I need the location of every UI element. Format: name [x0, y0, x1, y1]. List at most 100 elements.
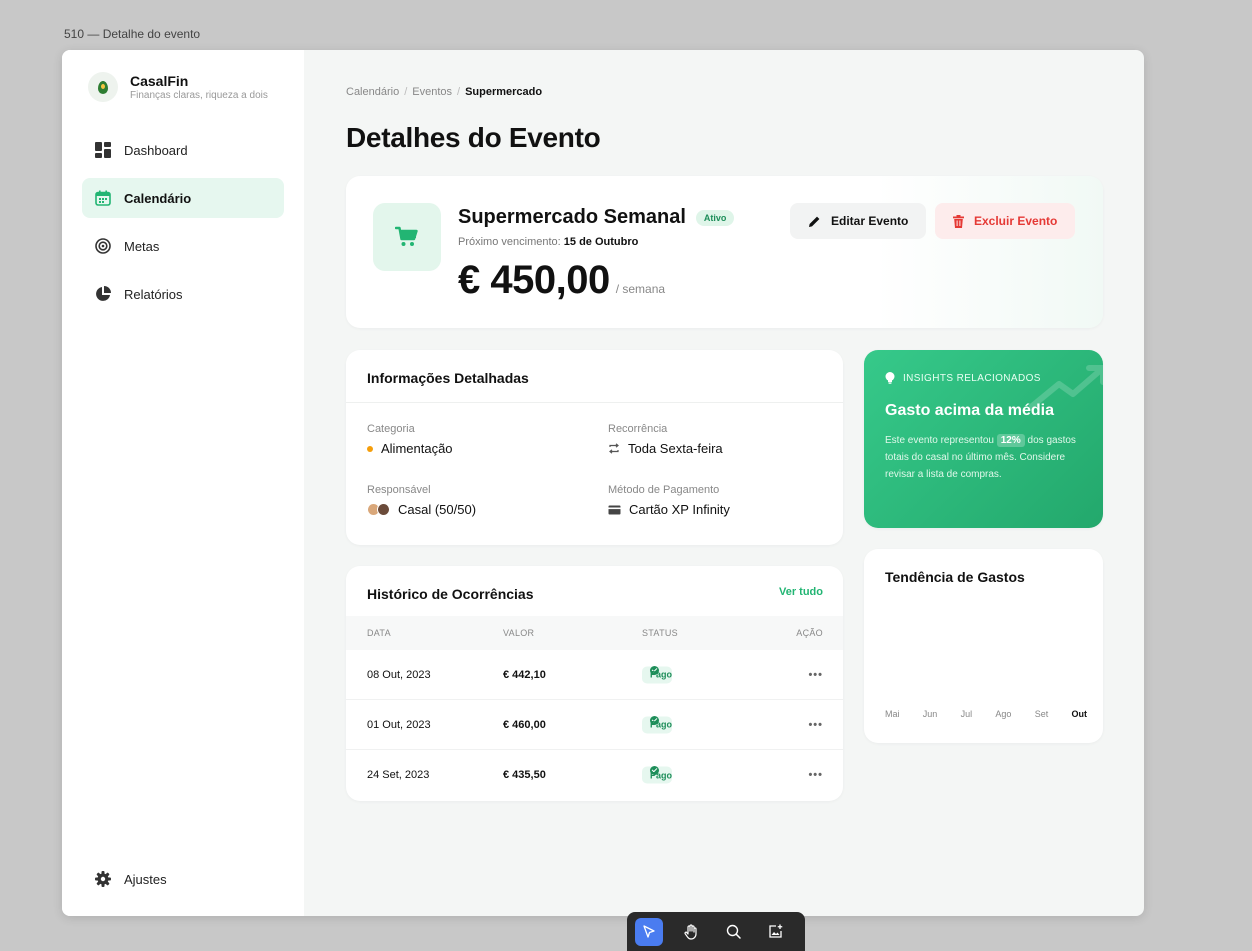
divider — [346, 402, 843, 403]
column-header-status[interactable]: STATUS — [642, 628, 678, 638]
category-label: Categoria — [367, 423, 415, 435]
owner-label: Responsável — [367, 484, 431, 496]
payment-label: Método de Pagamento — [608, 484, 720, 496]
image-add-icon — [768, 924, 782, 938]
sidebar-item-label: Calendário — [124, 190, 192, 206]
sidebar-item-metas[interactable]: Metas — [82, 226, 284, 266]
sidebar-item-dashboard[interactable]: Dashboard — [82, 130, 284, 170]
sidebar-item-calendario[interactable]: Calendário — [82, 178, 284, 218]
payment-field: Método de Pagamento Cartão XP Infinity — [608, 484, 730, 517]
insight-text-before: Este evento representou — [885, 435, 994, 446]
event-name-text: Supermercado Semanal — [458, 206, 686, 228]
month-label: Jun — [922, 709, 938, 719]
event-name: Supermercado Semanal Ativo — [458, 206, 735, 229]
sidebar-nav: Dashboard Calendário Metas Relatórios — [82, 130, 284, 322]
page-title: Detalhes do Evento — [346, 122, 601, 153]
breadcrumb-current: Supermercado — [465, 86, 543, 98]
table-header: DATA VALOR STATUS AÇÃO — [346, 616, 843, 650]
more-actions-button[interactable]: ••• — [808, 669, 823, 681]
insight-tag: INSIGHTS RELACIONADOS — [885, 372, 1041, 384]
owner-field: Responsável Casal (50/50) — [367, 484, 476, 517]
breadcrumb-eventos[interactable]: Eventos — [412, 86, 452, 98]
details-heading: Informações Detalhadas — [367, 370, 529, 386]
month-label: Mai — [885, 709, 900, 719]
trend-heading: Tendência de Gastos — [885, 569, 1025, 585]
row-value: € 435,50 — [503, 769, 546, 781]
row-date: 08 Out, 2023 — [367, 668, 431, 681]
window-title: 510 — Detalhe do evento — [64, 27, 201, 41]
lightbulb-icon — [885, 372, 895, 384]
column-header-acao: AÇÃO — [796, 628, 823, 638]
brand-logo — [88, 72, 118, 102]
delete-event-button[interactable]: Excluir Evento — [935, 203, 1076, 239]
edit-event-label: Editar Evento — [831, 214, 909, 228]
month-label-current: Out — [1071, 709, 1087, 719]
edit-event-button[interactable]: Editar Evento — [790, 203, 927, 239]
insight-tag-text: INSIGHTS RELACIONADOS — [903, 372, 1041, 384]
pointer-tool-button[interactable] — [635, 917, 663, 946]
amount-period: / semana — [615, 282, 666, 296]
breadcrumb: Calendário / Eventos / Supermercado — [346, 86, 542, 98]
recurrence-field: Recorrência Toda Sexta-feira — [608, 423, 723, 456]
brand-tagline: Finanças claras, riqueza a dois — [130, 90, 268, 101]
sidebar-item-relatorios[interactable]: Relatórios — [82, 274, 284, 314]
due-date: 15 de Outubro — [563, 236, 639, 248]
canvas-toolbar — [627, 912, 805, 951]
settings-label: Ajustes — [124, 871, 167, 887]
brand[interactable]: CasalFin Finanças claras, riqueza a dois — [88, 72, 268, 102]
insight-highlight: 12% — [996, 434, 1025, 447]
target-icon — [94, 237, 112, 255]
hand-tool-button[interactable] — [677, 918, 705, 946]
couple-avatars-icon — [367, 503, 390, 516]
history-heading: Histórico de Ocorrências — [367, 586, 534, 602]
app-window: CasalFin Finanças claras, riqueza a dois… — [62, 50, 1144, 916]
delete-event-label: Excluir Evento — [974, 214, 1058, 228]
amount-value: € 450,00 — [458, 258, 610, 302]
repeat-icon — [608, 443, 620, 454]
category-dot-icon — [367, 445, 373, 452]
category-value: Alimentação — [367, 441, 453, 456]
table-row[interactable]: 08 Out, 2023 € 442,10 Pago ••• — [346, 650, 843, 700]
event-amount: € 450,00 / semana — [458, 258, 665, 303]
status-text: Pago — [650, 669, 673, 680]
event-summary-card: Supermercado Semanal Ativo Próximo venci… — [346, 176, 1103, 328]
column-header-valor[interactable]: VALOR — [503, 628, 534, 638]
sidebar-item-ajustes[interactable]: Ajustes — [94, 870, 167, 888]
row-date: 01 Out, 2023 — [367, 718, 431, 731]
recurrence-value: Toda Sexta-feira — [608, 441, 723, 456]
category-field: Categoria Alimentação — [367, 423, 453, 456]
trash-icon — [953, 214, 964, 228]
pencil-icon — [808, 215, 821, 228]
category-text: Alimentação — [381, 441, 453, 456]
gear-icon — [94, 870, 112, 888]
see-all-link[interactable]: Ver tudo — [779, 586, 823, 598]
credit-card-icon — [608, 505, 621, 515]
image-add-tool-button[interactable] — [761, 918, 789, 946]
pointer-icon — [643, 924, 655, 938]
breadcrumb-separator: / — [457, 86, 461, 98]
insight-text: Este evento representou 12% dos gastos t… — [885, 432, 1085, 483]
table-row[interactable]: 24 Set, 2023 € 435,50 Pago ••• — [346, 750, 843, 800]
more-actions-button[interactable]: ••• — [808, 769, 823, 781]
month-label: Jul — [960, 709, 973, 719]
month-label: Set — [1034, 709, 1049, 719]
sidebar-item-label: Metas — [124, 238, 160, 254]
sidebar-item-label: Dashboard — [124, 142, 188, 158]
calendar-icon — [94, 189, 112, 207]
zoom-icon — [726, 924, 741, 939]
column-header-data[interactable]: DATA — [367, 628, 391, 638]
insight-title: Gasto acima da média — [885, 402, 1054, 419]
row-value: € 460,00 — [503, 718, 546, 731]
due-label: Próximo vencimento: — [458, 236, 561, 248]
trend-months: Mai Jun Jul Ago Set Out — [885, 709, 1087, 719]
pie-chart-icon — [94, 285, 112, 303]
more-actions-button[interactable]: ••• — [808, 719, 823, 731]
trend-card: Tendência de Gastos Mai Jun Jul Ago Set … — [864, 549, 1103, 743]
table-row[interactable]: 01 Out, 2023 € 460,00 Pago ••• — [346, 700, 843, 750]
breadcrumb-calendario[interactable]: Calendário — [346, 86, 399, 98]
breadcrumb-separator: / — [404, 86, 408, 98]
month-label: Ago — [995, 709, 1012, 719]
zoom-tool-button[interactable] — [719, 918, 747, 946]
row-date: 24 Set, 2023 — [367, 769, 430, 781]
history-card: Histórico de Ocorrências Ver tudo DATA V… — [346, 566, 843, 801]
